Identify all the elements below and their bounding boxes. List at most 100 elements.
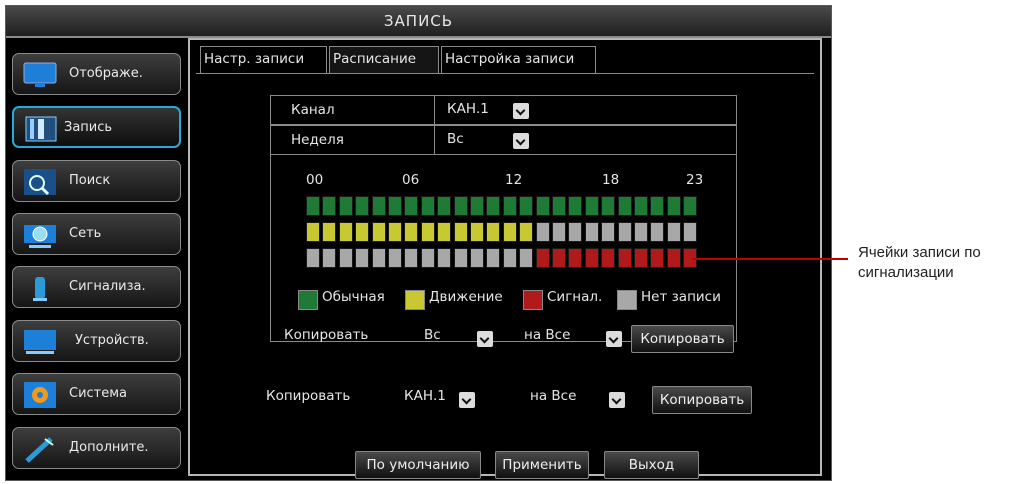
- schedule-cell[interactable]: [666, 248, 681, 268]
- schedule-cell[interactable]: [666, 196, 681, 216]
- chevron-down-icon[interactable]: [513, 103, 529, 119]
- tab-record-config[interactable]: Настройка записи: [441, 46, 596, 73]
- schedule-cell[interactable]: [420, 222, 435, 242]
- exit-button[interactable]: Выход: [604, 451, 699, 479]
- schedule-cell[interactable]: [388, 196, 402, 216]
- sidebar-item-record[interactable]: Запись: [12, 106, 181, 148]
- schedule-cell[interactable]: [617, 248, 632, 268]
- sidebar-item-device[interactable]: Устройств.: [12, 320, 181, 362]
- copy-channel-to-value[interactable]: на Все: [530, 388, 576, 404]
- schedule-cell[interactable]: [453, 196, 468, 216]
- schedule-cell[interactable]: [535, 196, 550, 216]
- schedule-cell[interactable]: [683, 196, 698, 216]
- schedule-cell[interactable]: [519, 222, 534, 242]
- schedule-cell[interactable]: [470, 222, 484, 242]
- default-button[interactable]: По умолчанию: [355, 451, 481, 479]
- schedule-cell[interactable]: [552, 222, 566, 242]
- copy-channel-button[interactable]: Копировать: [652, 386, 752, 414]
- schedule-cell[interactable]: [470, 248, 484, 268]
- schedule-cell[interactable]: [338, 248, 353, 268]
- schedule-cell[interactable]: [371, 222, 386, 242]
- schedule-cell[interactable]: [437, 222, 452, 242]
- chevron-down-icon[interactable]: [609, 392, 625, 408]
- chevron-down-icon[interactable]: [606, 331, 622, 347]
- schedule-cell[interactable]: [453, 248, 468, 268]
- schedule-cell[interactable]: [535, 248, 550, 268]
- schedule-cell[interactable]: [634, 222, 648, 242]
- schedule-cell[interactable]: [650, 222, 665, 242]
- copy-day-to-value[interactable]: на Все: [524, 327, 570, 343]
- callout-line: [692, 258, 848, 260]
- schedule-cell[interactable]: [634, 248, 648, 268]
- sidebar-item-network[interactable]: Сеть: [12, 213, 181, 255]
- schedule-cell[interactable]: [371, 248, 386, 268]
- schedule-cell[interactable]: [502, 222, 517, 242]
- schedule-cell[interactable]: [355, 248, 370, 268]
- schedule-cell[interactable]: [666, 222, 681, 242]
- schedule-cell[interactable]: [437, 196, 452, 216]
- sidebar-item-alarm[interactable]: Сигнализа.: [12, 266, 181, 308]
- copy-channel-from-value[interactable]: КАН.1: [404, 388, 446, 404]
- schedule-cell[interactable]: [355, 222, 370, 242]
- schedule-cell[interactable]: [634, 196, 648, 216]
- schedule-cell[interactable]: [584, 196, 599, 216]
- schedule-cell[interactable]: [404, 222, 419, 242]
- schedule-cell[interactable]: [404, 248, 419, 268]
- schedule-cell[interactable]: [584, 222, 599, 242]
- schedule-cell[interactable]: [535, 222, 550, 242]
- schedule-cell[interactable]: [322, 248, 337, 268]
- schedule-cell[interactable]: [355, 196, 370, 216]
- schedule-cell[interactable]: [502, 196, 517, 216]
- schedule-cell[interactable]: [306, 248, 320, 268]
- sidebar-item-search[interactable]: Поиск: [12, 160, 181, 202]
- schedule-cell[interactable]: [650, 196, 665, 216]
- schedule-cell[interactable]: [568, 222, 583, 242]
- schedule-cell[interactable]: [338, 196, 353, 216]
- copy-day-from-value[interactable]: Вс: [424, 327, 441, 343]
- schedule-cell[interactable]: [306, 196, 320, 216]
- schedule-cell[interactable]: [584, 248, 599, 268]
- chevron-down-icon[interactable]: [477, 331, 493, 347]
- schedule-cell[interactable]: [601, 222, 616, 242]
- schedule-cell[interactable]: [420, 196, 435, 216]
- schedule-cell[interactable]: [322, 196, 337, 216]
- tab-schedule[interactable]: Расписание: [329, 46, 439, 73]
- schedule-cell[interactable]: [371, 196, 386, 216]
- schedule-cell[interactable]: [486, 248, 501, 268]
- schedule-cell[interactable]: [617, 196, 632, 216]
- schedule-cell[interactable]: [519, 248, 534, 268]
- schedule-cell[interactable]: [552, 196, 566, 216]
- schedule-cell[interactable]: [568, 196, 583, 216]
- sidebar-item-system[interactable]: Система: [12, 373, 181, 415]
- schedule-cell[interactable]: [404, 196, 419, 216]
- copy-day-button[interactable]: Копировать: [631, 325, 734, 353]
- schedule-cell[interactable]: [568, 248, 583, 268]
- schedule-cell[interactable]: [552, 248, 566, 268]
- schedule-cell[interactable]: [306, 222, 320, 242]
- schedule-cell[interactable]: [338, 222, 353, 242]
- schedule-cell[interactable]: [470, 196, 484, 216]
- apply-button[interactable]: Применить: [495, 451, 589, 479]
- schedule-cell[interactable]: [388, 248, 402, 268]
- schedule-cell[interactable]: [601, 196, 616, 216]
- schedule-cell[interactable]: [601, 248, 616, 268]
- schedule-cell[interactable]: [519, 196, 534, 216]
- schedule-cell[interactable]: [453, 222, 468, 242]
- schedule-cell[interactable]: [486, 196, 501, 216]
- schedule-cell[interactable]: [388, 222, 402, 242]
- channel-select-value[interactable]: КАН.1: [447, 96, 489, 122]
- schedule-cell[interactable]: [420, 248, 435, 268]
- chevron-down-icon[interactable]: [513, 133, 529, 149]
- schedule-cell[interactable]: [683, 222, 698, 242]
- week-select-value[interactable]: Вс: [447, 126, 464, 152]
- schedule-cell[interactable]: [650, 248, 665, 268]
- schedule-cell[interactable]: [322, 222, 337, 242]
- sidebar-item-advanced[interactable]: Дополните.: [12, 427, 181, 469]
- schedule-cell[interactable]: [617, 222, 632, 242]
- chevron-down-icon[interactable]: [459, 392, 475, 408]
- schedule-cell[interactable]: [437, 248, 452, 268]
- schedule-cell[interactable]: [486, 222, 501, 242]
- sidebar-item-display[interactable]: Отображе.: [12, 53, 181, 95]
- schedule-cell[interactable]: [502, 248, 517, 268]
- tab-record-settings[interactable]: Настр. записи: [200, 46, 327, 73]
